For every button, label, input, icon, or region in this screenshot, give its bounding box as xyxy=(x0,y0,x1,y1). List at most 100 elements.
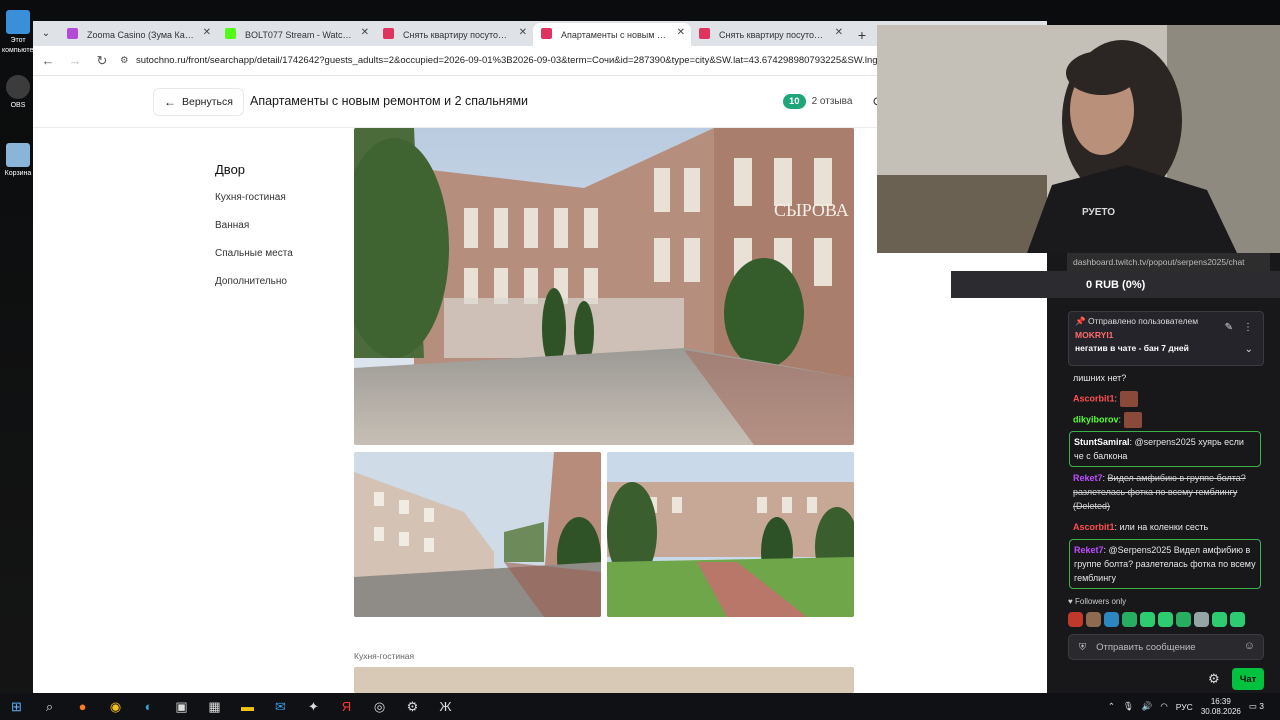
forward-arrow-icon[interactable]: → xyxy=(63,49,87,73)
system-tray: ⌃ 🎙 🔊 ◠ РУС 16:39 30.08.2026 ▭ 3 xyxy=(1108,693,1280,720)
courtyard-photo-image xyxy=(607,452,854,617)
yard-photo-left[interactable] xyxy=(354,452,601,617)
computer-icon xyxy=(6,10,30,34)
chat-message-mention: StuntSamiral: @serpens2025 хуярь если че… xyxy=(1069,431,1261,467)
favicon-icon xyxy=(225,28,236,39)
chat-url: dashboard.twitch.tv/popout/serpens2025/c… xyxy=(1067,253,1270,271)
pinned-text: негатив в чате - бан 7 дней xyxy=(1075,343,1189,353)
emote-icon[interactable] xyxy=(1176,612,1191,627)
recycle-bin-icon xyxy=(6,143,30,167)
emoji-icon[interactable]: ☺ xyxy=(1244,640,1255,652)
emote-bar xyxy=(1068,612,1245,627)
favicon-icon xyxy=(541,28,552,39)
tab-search-button[interactable]: ⌄ xyxy=(33,21,59,46)
emote-icon[interactable] xyxy=(1140,612,1155,627)
network-icon[interactable]: ◠ xyxy=(1160,701,1167,712)
kick-icon[interactable]: Ж xyxy=(429,693,462,720)
obs-icon xyxy=(6,75,30,99)
close-tab-icon[interactable]: ✕ xyxy=(203,27,211,38)
more-options-icon[interactable]: ⋮ xyxy=(1243,322,1253,333)
desktop-icon-obs[interactable]: OBS Studio xyxy=(2,75,34,111)
obs-icon[interactable]: ◎ xyxy=(363,693,396,720)
volume-icon[interactable]: 🔊 xyxy=(1142,701,1153,712)
nav-item-extra[interactable]: Дополнительно xyxy=(215,276,287,287)
donation-goal: 0 RUB (0%) xyxy=(951,271,1280,298)
save-icon[interactable]: ▣ xyxy=(165,693,198,720)
shield-icon[interactable]: ⛨ xyxy=(1079,642,1086,653)
close-tab-icon[interactable]: ✕ xyxy=(361,27,369,38)
sparkle-icon[interactable]: ✦ xyxy=(297,693,330,720)
nav-item-bathroom[interactable]: Ванная xyxy=(215,220,249,231)
arrow-left-icon: ← xyxy=(164,95,176,109)
yard-photo-right[interactable] xyxy=(607,452,854,617)
yandex-icon[interactable]: Я xyxy=(330,693,363,720)
mic-icon[interactable]: 🎙 xyxy=(1123,701,1134,712)
webcam-image: РУЕТО xyxy=(877,25,1280,253)
restaurant-sign: СЫРОВА xyxy=(774,200,849,220)
favicon-icon xyxy=(699,28,710,39)
tab-apartment-active[interactable]: Апартаменты с новым ремонт ✕ xyxy=(533,23,691,46)
reload-icon[interactable]: ↻ xyxy=(90,49,114,73)
chevron-up-icon[interactable]: ⌃ xyxy=(1108,701,1115,712)
edge-icon[interactable]: ◐ xyxy=(132,693,165,720)
tab-sutochno-1[interactable]: Снять квартиру посуточно в С ✕ xyxy=(375,23,533,46)
tab-zooma[interactable]: Zooma Casino (Зума Казино) с ✕ xyxy=(59,23,217,46)
nav-item-kitchen[interactable]: Кухня-гостиная xyxy=(215,192,286,203)
close-tab-icon[interactable]: ✕ xyxy=(519,27,527,38)
reviews-link[interactable]: 2 отзыва xyxy=(812,96,853,107)
firefox-icon[interactable]: ● xyxy=(66,693,99,720)
chat-message: лишних нет? xyxy=(1073,373,1127,383)
tab-sutochno-2[interactable]: Снять квартиру посуточно в С ✕ xyxy=(691,23,849,46)
street-photo-image xyxy=(354,452,601,617)
chat-message: dikyiborov: xyxy=(1073,412,1263,428)
pinned-message[interactable]: 📌 Отправлено пользователем MOKRYI1 негат… xyxy=(1068,311,1264,366)
back-arrow-icon[interactable]: ← xyxy=(36,49,60,73)
emote-icon xyxy=(1119,391,1138,407)
chrome-icon[interactable]: ◉ xyxy=(99,693,132,720)
svg-text:РУЕТО: РУЕТО xyxy=(1082,207,1115,218)
rating-badge: 10 xyxy=(783,94,806,109)
taskbar: ⊞ ⌕ ● ◉ ◐ ▣ ▦ ▬ ✉ ✦ Я ◎ ⚙ Ж ⌃ 🎙 🔊 ◠ РУС … xyxy=(0,693,1280,720)
close-tab-icon[interactable]: ✕ xyxy=(677,27,685,38)
start-icon[interactable]: ⊞ xyxy=(0,693,33,720)
clock[interactable]: 16:39 30.08.2026 xyxy=(1201,697,1241,717)
emote-icon[interactable] xyxy=(1068,612,1083,627)
desktop-icon-recycle-bin[interactable]: Корзина xyxy=(2,143,34,179)
close-tab-icon[interactable]: ✕ xyxy=(835,27,843,38)
emote-icon[interactable] xyxy=(1086,612,1101,627)
folder-icon[interactable]: ▬ xyxy=(231,693,264,720)
kitchen-photo[interactable] xyxy=(354,667,854,693)
rating-summary[interactable]: 10 2 отзыва xyxy=(783,94,852,109)
back-button[interactable]: ← Вернуться xyxy=(153,88,244,116)
yard-photo-main[interactable]: СЫРОВА xyxy=(354,128,854,445)
emote-icon[interactable] xyxy=(1104,612,1119,627)
favicon-icon xyxy=(383,28,394,39)
emote-icon xyxy=(1123,412,1142,428)
favicon-icon xyxy=(67,28,78,39)
site-info-icon[interactable]: ⚙ xyxy=(120,55,130,66)
desktop-icon-this-pc[interactable]: Этот компьютер xyxy=(2,10,34,56)
chat-send-button[interactable]: Чат xyxy=(1232,668,1264,690)
emote-icon[interactable] xyxy=(1158,612,1173,627)
emote-icon[interactable] xyxy=(1230,612,1245,627)
pinned-header: 📌 Отправлено пользователем xyxy=(1075,316,1199,326)
emote-icon[interactable] xyxy=(1122,612,1137,627)
nav-heading-yard[interactable]: Двор xyxy=(215,162,245,177)
chat-input[interactable]: ⛨ Отправить сообщение ☺ xyxy=(1068,634,1264,660)
language-indicator[interactable]: РУС xyxy=(1176,702,1193,712)
new-tab-button[interactable]: + xyxy=(849,23,875,46)
emote-icon[interactable] xyxy=(1194,612,1209,627)
section-caption: Кухня-гостиная xyxy=(354,651,415,661)
gear-icon[interactable]: ⚙ xyxy=(1208,671,1220,687)
nav-item-beds[interactable]: Спальные места xyxy=(215,248,293,259)
building-photo-image: СЫРОВА xyxy=(354,128,854,445)
settings-icon[interactable]: ⚙ xyxy=(396,693,429,720)
search-icon[interactable]: ⌕ xyxy=(33,693,66,720)
store-icon[interactable]: ▦ xyxy=(198,693,231,720)
emote-icon[interactable] xyxy=(1212,612,1227,627)
unpin-icon[interactable]: ✎ xyxy=(1225,322,1233,333)
chevron-down-icon[interactable]: ⌄ xyxy=(1245,344,1253,355)
mail-icon[interactable]: ✉ xyxy=(264,693,297,720)
tab-bolt[interactable]: BOLT077 Stream - Watch Live o ✕ xyxy=(217,23,375,46)
notifications-icon[interactable]: ▭ 3 xyxy=(1249,701,1272,712)
